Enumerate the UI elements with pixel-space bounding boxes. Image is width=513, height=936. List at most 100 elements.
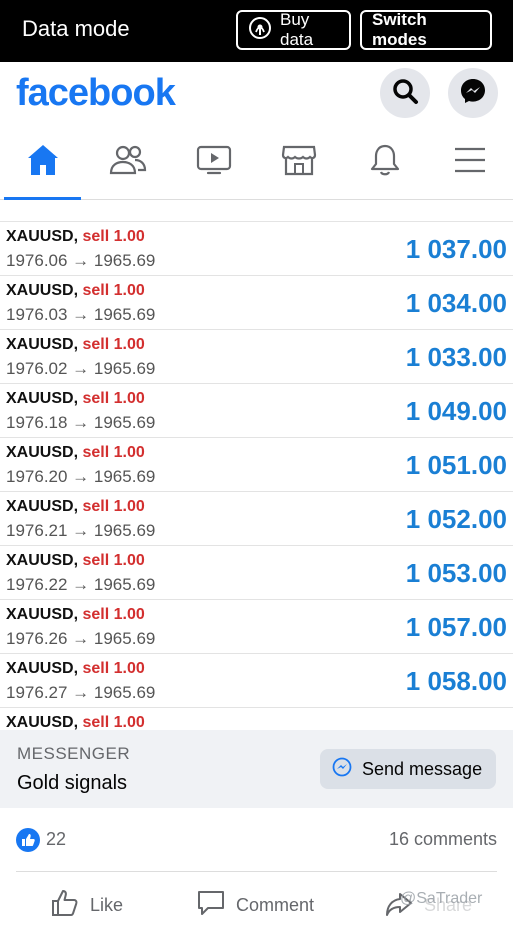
notifications-icon xyxy=(368,143,402,182)
thumbs-up-icon xyxy=(50,888,80,923)
post-image[interactable]: XAUUSD, sell 1.00 1976.06 → 1965.69 1 037.… xyxy=(0,200,513,730)
messenger-icon xyxy=(459,77,487,110)
trade-profit: 1 037.00 xyxy=(405,234,507,264)
trade-profit: 1 053.00 xyxy=(405,558,507,588)
comments-count[interactable]: 16 comments xyxy=(389,829,497,850)
trade-row: XAUUSD, sell 1.00 1976.27 → 1965.69 1 058.… xyxy=(0,654,513,708)
trade-profit: 1 033.00 xyxy=(405,342,507,372)
trade-symbol: XAUUSD, xyxy=(6,606,79,623)
trade-row: XAUUSD, sell 1.00 1976.22 → 1965.69 1 053.… xyxy=(0,546,513,600)
app-header: facebook xyxy=(0,62,513,124)
tab-menu[interactable] xyxy=(427,124,512,200)
like-label: Like xyxy=(90,895,124,915)
trade-symbol: XAUUSD, xyxy=(6,282,79,299)
trade-row: XAUUSD, sell 1.00 1976.06 → 1965.69 1 037.… xyxy=(0,222,513,276)
send-message-label: Send message xyxy=(362,758,483,779)
friends-icon xyxy=(109,144,147,181)
tab-notifications[interactable] xyxy=(342,124,427,200)
search-button[interactable] xyxy=(380,68,430,118)
home-icon xyxy=(25,143,61,182)
trade-prices: 1976.27 → 1965.69 xyxy=(6,683,156,702)
trade-symbol: XAUUSD, xyxy=(6,390,79,407)
nav-tabs xyxy=(0,124,513,200)
messenger-label: MESSENGER xyxy=(17,744,131,763)
trade-row: XAUUSD, sell 1.00 1976.21 → 1965.69 1 052.… xyxy=(0,492,513,546)
marketplace-icon xyxy=(281,144,317,181)
trade-action: sell 1.00 xyxy=(82,660,145,677)
trade-profit: 1 058.00 xyxy=(405,666,507,696)
trade-symbol-line: XAUUSD, sell 1.00 xyxy=(6,444,145,462)
menu-icon xyxy=(453,146,487,179)
buy-data-label: Buy data xyxy=(280,10,314,49)
trade-symbol-line: XAUUSD, sell 1.00 xyxy=(6,498,145,516)
tab-friends[interactable] xyxy=(85,124,170,200)
data-mode-title: Data mode xyxy=(22,16,130,41)
facebook-logo[interactable]: facebook xyxy=(16,72,176,115)
trade-prices: 1976.26 → 1965.69 xyxy=(6,629,156,648)
messenger-button[interactable] xyxy=(448,68,498,118)
like-reaction-icon[interactable] xyxy=(16,828,40,852)
trade-action: sell 1.00 xyxy=(82,282,145,299)
trade-symbol: XAUUSD, xyxy=(6,714,79,730)
trade-prices: 1976.02 → 1965.69 xyxy=(6,359,156,378)
watermark-text: @SaTrader xyxy=(400,890,483,907)
trade-row: XAUUSD, sell 1.00 1976.20 → 1965.69 1 051.… xyxy=(0,438,513,492)
trade-action: sell 1.00 xyxy=(82,714,145,730)
trade-prices: 1976.18 → 1965.69 xyxy=(6,413,156,432)
trade-profit: 1 057.00 xyxy=(405,612,507,642)
like-button[interactable]: Like xyxy=(50,888,123,923)
watch-icon xyxy=(196,144,232,181)
search-icon xyxy=(391,77,419,110)
switch-modes-label: Switch modes xyxy=(372,10,427,49)
trade-symbol-line: XAUUSD, sell 1.00 xyxy=(6,606,145,624)
trade-action: sell 1.00 xyxy=(82,444,145,461)
image-top-cutoff xyxy=(0,200,513,222)
trade-row: XAUUSD, sell 1.00 1976.26 → 1965.69 1 057.… xyxy=(0,600,513,654)
trade-action: sell 1.00 xyxy=(82,228,145,245)
tab-watch[interactable] xyxy=(171,124,256,200)
comment-icon xyxy=(196,888,226,923)
comment-button[interactable]: Comment xyxy=(196,888,314,923)
trade-symbol-line: XAUUSD, sell 1.00 xyxy=(6,714,145,730)
trade-prices: 1976.21 → 1965.69 xyxy=(6,521,156,540)
trade-profit: 1 049.00 xyxy=(405,396,507,426)
trade-symbol-line: XAUUSD, sell 1.00 xyxy=(6,390,145,408)
tab-home[interactable] xyxy=(0,124,85,200)
trade-symbol-line: XAUUSD, sell 1.00 xyxy=(6,282,145,300)
trade-profit: 1 034.00 xyxy=(405,288,507,318)
trade-symbol: XAUUSD, xyxy=(6,228,79,245)
send-message-button[interactable]: Send message xyxy=(320,749,496,789)
trade-symbol: XAUUSD, xyxy=(6,660,79,677)
trade-symbol: XAUUSD, xyxy=(6,498,79,515)
trade-action: sell 1.00 xyxy=(82,390,145,407)
trade-prices: 1976.03 → 1965.69 xyxy=(6,305,156,324)
trade-action: sell 1.00 xyxy=(82,336,145,353)
trade-action: sell 1.00 xyxy=(82,606,145,623)
reactions-row: 22 16 comments xyxy=(16,808,497,872)
tab-marketplace[interactable] xyxy=(256,124,341,200)
system-bar: Data mode Buy data Switch modes xyxy=(0,0,513,62)
trade-symbol-line: XAUUSD, sell 1.00 xyxy=(6,228,145,246)
trade-action: sell 1.00 xyxy=(82,552,145,569)
trade-row: XAUUSD, sell 1.00 1976.18 → 1965.69 1 049.… xyxy=(0,384,513,438)
trade-symbol: XAUUSD, xyxy=(6,336,79,353)
page-name[interactable]: Gold signals xyxy=(17,772,127,795)
trade-prices: 1976.22 → 1965.69 xyxy=(6,575,156,594)
switch-modes-button[interactable]: Switch modes xyxy=(360,10,492,50)
trade-prices: 1976.06 → 1965.69 xyxy=(6,251,156,270)
like-count[interactable]: 22 xyxy=(46,829,66,850)
messenger-small-icon xyxy=(332,757,352,782)
messenger-cta: MESSENGER Gold signals Send message xyxy=(0,730,513,808)
comment-label: Comment xyxy=(236,895,315,915)
trade-profit: 1 052.00 xyxy=(405,504,507,534)
signal-icon xyxy=(248,16,272,45)
trade-symbol: XAUUSD, xyxy=(6,552,79,569)
trade-symbol-line: XAUUSD, sell 1.00 xyxy=(6,660,145,678)
trade-action: sell 1.00 xyxy=(82,498,145,515)
trade-symbol-line: XAUUSD, sell 1.00 xyxy=(6,552,145,570)
trade-symbol: XAUUSD, xyxy=(6,444,79,461)
buy-data-button[interactable]: Buy data xyxy=(236,10,351,50)
trade-row: XAUUSD, sell 1.00 1976.02 → 1965.69 1 033.… xyxy=(0,330,513,384)
trade-prices: 1976.20 → 1965.69 xyxy=(6,467,156,486)
trade-row: XAUUSD, sell 1.00 1976.03 → 1965.69 1 034.… xyxy=(0,276,513,330)
